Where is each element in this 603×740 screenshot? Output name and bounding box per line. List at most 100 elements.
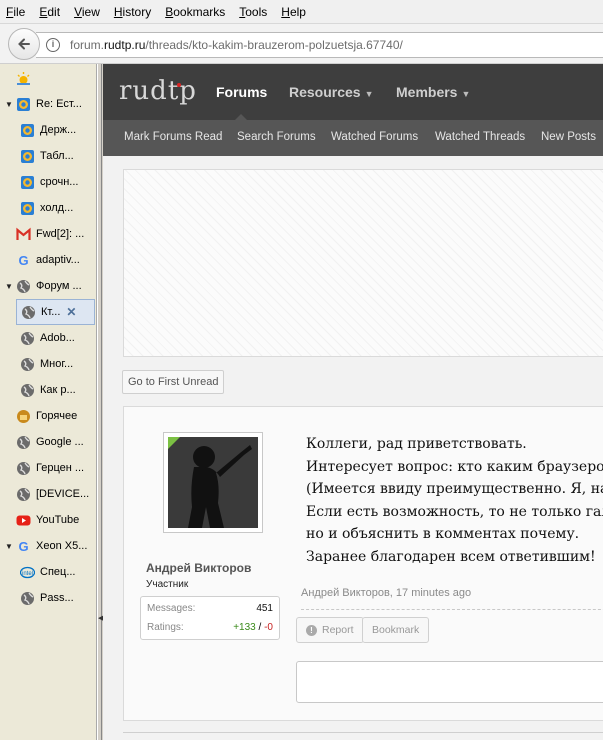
quick-reply-input[interactable] (296, 661, 603, 703)
menu-file[interactable]: File (6, 5, 25, 19)
new-badge (168, 437, 180, 449)
report-label: Report (322, 624, 354, 636)
watched-threads-link[interactable]: Watched Threads (435, 131, 525, 143)
thunderbird-icon (16, 97, 31, 112)
sidebar-tab[interactable]: срочн... (16, 169, 95, 195)
menu-edit[interactable]: Edit (39, 5, 60, 19)
sidebar-tab[interactable]: Как р... (16, 377, 95, 403)
menu-bar: File Edit View History Bookmarks Tools Help (0, 0, 603, 24)
sidebar-tab-label: Табл... (40, 150, 74, 162)
sidebar-tab[interactable]: Табл... (16, 143, 95, 169)
sidebar-tab[interactable]: Fwd[2]: ... (1, 221, 95, 247)
post-line: Если есть возможность, то не только гало… (306, 503, 603, 520)
twisty-icon[interactable]: ▼ (5, 282, 13, 291)
forum-post: Андрей Викторов Участник Messages: 451 R… (123, 406, 603, 721)
thunderbird-icon (20, 149, 35, 164)
globe-icon (16, 279, 31, 294)
ratings-value: +133 / -0 (233, 622, 273, 633)
post-message: Коллеги, рад приветствовать. Интересует в… (306, 433, 603, 569)
site-subnav: Mark Forums Read Search Forums Watched F… (103, 120, 603, 156)
globe-icon (20, 383, 35, 398)
sidebar-tab-label: Горячее (36, 410, 78, 422)
avatar[interactable] (163, 432, 263, 533)
url-bar[interactable]: i forum.rudtp.ru/threads/kto-kakim-brauz… (36, 32, 603, 58)
url-text: forum.rudtp.ru/threads/kto-kakim-brauzer… (70, 38, 403, 52)
back-button[interactable] (8, 28, 40, 60)
sidebar-tab-label: Google ... (36, 436, 84, 448)
thunderbird-icon (20, 175, 35, 190)
page-divider (123, 732, 603, 733)
logo-dot (177, 83, 181, 87)
mark-forums-read-link[interactable]: Mark Forums Read (124, 131, 222, 143)
chevron-down-icon: ▼ (364, 89, 374, 99)
tab-tree-sidebar: ▼ Re: Ест... Держ... Табл... срочн... холд...… (0, 64, 97, 740)
sidebar-tab[interactable]: ▼ Форум ... (1, 273, 95, 299)
search-forums-link[interactable]: Search Forums (237, 131, 316, 143)
globe-icon (20, 591, 35, 606)
twisty-icon[interactable]: ▼ (5, 542, 13, 551)
sidebar-splitter[interactable]: ◀ (97, 64, 103, 740)
sidebar-tab[interactable]: Герцен ... (1, 455, 95, 481)
web-page: rudtp Forums Resources ▼ Members ▼ Mark Fo… (103, 64, 603, 740)
author-name[interactable]: Андрей Викторов (146, 561, 251, 575)
globe-icon (21, 305, 36, 320)
site-logo[interactable]: rudtp (119, 76, 197, 106)
watched-forums-link[interactable]: Watched Forums (331, 131, 418, 143)
sidebar-tab[interactable]: Adob... (16, 325, 95, 351)
sidebar-tab[interactable]: Мног... (16, 351, 95, 377)
nav-forums[interactable]: Forums (216, 84, 267, 100)
google-icon: G (16, 539, 31, 554)
sidebar-tab[interactable]: Кт... ✕ (16, 299, 95, 325)
twisty-icon[interactable]: ▼ (5, 100, 13, 109)
sidebar-tab[interactable]: ▼ G Xeon X5... (1, 533, 95, 559)
svg-text:G: G (18, 539, 28, 554)
menu-tools[interactable]: Tools (239, 5, 267, 19)
ratings-negative: -0 (264, 622, 273, 633)
menu-view[interactable]: View (74, 5, 100, 19)
post-line: Коллеги, рад приветствовать. (306, 436, 527, 452)
sidebar-tab[interactable] (1, 65, 95, 91)
post-line: Заранее благодарен всем ответившим! (306, 548, 596, 565)
sidebar-tab-label: adaptiv... (36, 254, 80, 266)
menu-help[interactable]: Help (281, 5, 306, 19)
person-silhouette-icon (168, 437, 258, 528)
go-to-first-unread-button[interactable]: Go to First Unread (122, 370, 225, 394)
site-info-icon[interactable]: i (46, 38, 60, 52)
new-posts-link[interactable]: New Posts (541, 131, 596, 143)
sidebar-tab-label: Форум ... (36, 280, 82, 292)
messages-row: Messages: 451 (147, 603, 273, 614)
post-line: но и объяснить в комментах почему. (306, 526, 580, 543)
ratings-positive: +133 (233, 622, 256, 633)
sidebar-tab[interactable]: ▼ Re: Ест... (1, 91, 95, 117)
nav-members[interactable]: Members ▼ (396, 84, 470, 100)
intel-icon: intel (20, 565, 35, 580)
sidebar-tab-label: Fwd[2]: ... (36, 228, 85, 240)
youtube-icon (16, 513, 31, 528)
sidebar-tab[interactable]: Горячее (1, 403, 95, 429)
svg-text:intel: intel (22, 571, 33, 577)
post-meta[interactable]: Андрей Викторов, 17 minutes ago (301, 587, 471, 599)
menu-bookmarks[interactable]: Bookmarks (165, 5, 225, 19)
menu-history[interactable]: History (114, 5, 151, 19)
author-stats: Messages: 451 Ratings: +133 / -0 (140, 596, 280, 640)
sidebar-tab-label: [DEVICE... (36, 488, 90, 500)
close-tab-icon[interactable]: ✕ (66, 305, 76, 319)
poll-area (123, 169, 603, 357)
sidebar-tab-label: Как р... (40, 384, 76, 396)
box-icon (16, 409, 31, 424)
navigation-toolbar: i forum.rudtp.ru/threads/kto-kakim-brauz… (0, 24, 603, 64)
sidebar-tab[interactable]: YouTube (1, 507, 95, 533)
sidebar-tab[interactable]: холд... (16, 195, 95, 221)
nav-resources[interactable]: Resources ▼ (289, 84, 374, 100)
sidebar-tab[interactable]: Gadaptiv... (1, 247, 95, 273)
sidebar-tab[interactable]: Pass... (16, 585, 95, 611)
bookmark-label: Bookmark (372, 624, 420, 636)
sidebar-tab[interactable]: Google ... (1, 429, 95, 455)
bookmark-button[interactable]: Bookmark (362, 617, 430, 643)
messages-value[interactable]: 451 (256, 603, 273, 614)
sidebar-tab[interactable]: intel Спец... (16, 559, 95, 585)
sidebar-tab[interactable]: Держ... (16, 117, 95, 143)
arrow-left-icon (18, 38, 30, 50)
report-button[interactable]: ! Report (296, 617, 364, 643)
sidebar-tab[interactable]: [DEVICE... (1, 481, 95, 507)
